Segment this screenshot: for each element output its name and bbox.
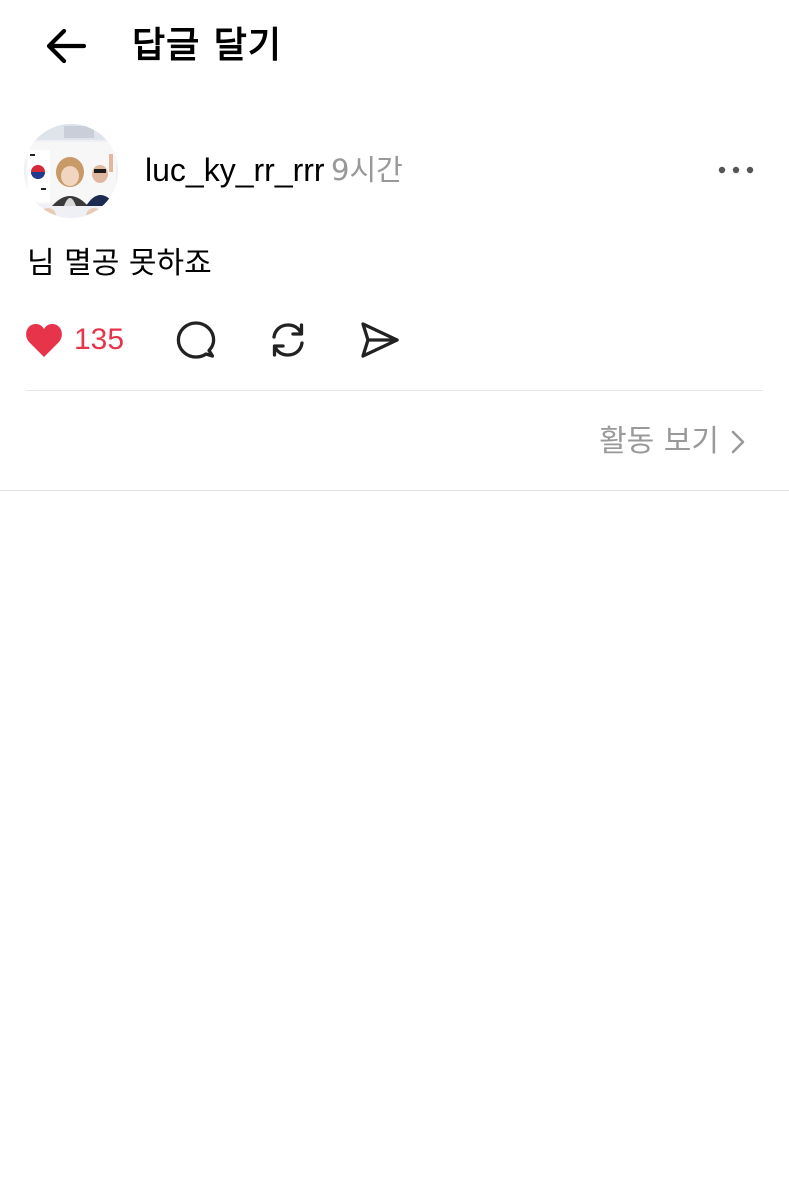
comment-icon — [176, 321, 216, 359]
like-count: 135 — [74, 323, 125, 356]
comment-button[interactable] — [174, 318, 218, 362]
like-button[interactable]: 135 — [24, 318, 124, 362]
repost-icon — [272, 323, 304, 357]
more-options-button[interactable] — [710, 150, 762, 190]
post-timestamp: 9시간 — [331, 153, 403, 187]
section-divider — [0, 490, 789, 491]
view-activity-label: 활동 보기 — [599, 424, 719, 459]
more-horizontal-icon — [718, 166, 754, 174]
arrow-left-icon — [46, 28, 86, 64]
post-text: 님 멸공 못하죠 — [27, 246, 212, 281]
post-username[interactable]: luc_ky_rr_rrr — [145, 150, 325, 190]
share-button[interactable] — [358, 318, 402, 362]
repost-button[interactable] — [266, 318, 310, 362]
avatar-photo — [24, 124, 118, 218]
share-icon — [361, 322, 399, 358]
post-actions: 135 — [0, 316, 789, 364]
post-divider — [26, 390, 763, 391]
page-title: 답글 달기 — [132, 25, 283, 66]
back-button[interactable] — [40, 22, 92, 70]
heart-icon — [26, 323, 62, 357]
view-activity-link[interactable]: 활동 보기 — [599, 420, 749, 464]
avatar[interactable] — [24, 124, 118, 218]
top-bar: 답글 달기 — [0, 0, 789, 96]
page: 답글 달기 luc_ky_rr_rrr 9시간 님 멸공 못하죠 135 활동 … — [0, 0, 789, 1200]
chevron-right-icon — [731, 430, 745, 454]
